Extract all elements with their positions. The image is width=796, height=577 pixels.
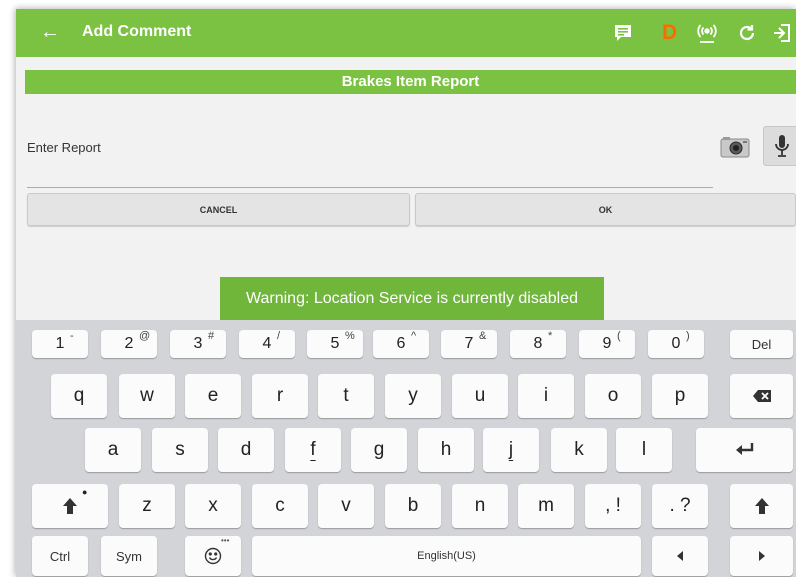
key-z[interactable]: z [119, 484, 175, 528]
key-x[interactable]: x [185, 484, 241, 528]
space-bar[interactable]: English(US) [252, 536, 641, 576]
key-r[interactable]: r [252, 374, 308, 418]
arrow-right-icon [758, 551, 765, 561]
key-g[interactable]: g [351, 428, 407, 472]
key-y[interactable]: y [385, 374, 441, 418]
sym-key[interactable]: Sym [101, 536, 157, 576]
key-d[interactable]: d [218, 428, 274, 472]
delete-key[interactable]: Del [730, 330, 793, 358]
app-frame: ← Add Comment D Brakes Item Report Enter… [16, 9, 796, 577]
shift-key-left[interactable]: ● [32, 484, 108, 528]
ctrl-key[interactable]: Ctrl [32, 536, 88, 576]
ok-button[interactable]: OK [415, 193, 796, 226]
key-4[interactable]: 4/ [239, 330, 295, 358]
key-2[interactable]: 2 @ [101, 330, 157, 358]
key-s[interactable]: s [152, 428, 208, 472]
key-6[interactable]: 6 ^ [373, 330, 429, 358]
key-a[interactable]: a [85, 428, 141, 472]
microphone-icon [775, 135, 789, 157]
key-e[interactable]: e [185, 374, 241, 418]
radio-signal-icon[interactable] [696, 21, 718, 45]
logout-icon[interactable] [771, 21, 793, 45]
enter-report-field[interactable]: Enter Report [27, 129, 713, 188]
key-t[interactable]: t [318, 374, 374, 418]
back-arrow-icon[interactable]: ← [40, 20, 60, 44]
key-8[interactable]: 8 * [510, 330, 566, 358]
key-v[interactable]: v [318, 484, 374, 528]
shift-icon [754, 498, 769, 514]
key-0[interactable]: 0) [648, 330, 704, 358]
key-3[interactable]: 3 # [170, 330, 226, 358]
cursor-right-key[interactable] [730, 536, 793, 576]
enter-report-placeholder: Enter Report [27, 140, 101, 155]
key-1[interactable]: 1- [32, 330, 88, 358]
shift-icon [63, 498, 77, 514]
camera-icon[interactable] [719, 134, 751, 160]
key-w[interactable]: w [119, 374, 175, 418]
key-7[interactable]: 7 & [441, 330, 497, 358]
backspace-key[interactable] [730, 374, 793, 418]
key-comma[interactable]: , ! [585, 484, 641, 528]
key-n[interactable]: n [452, 484, 508, 528]
key-m[interactable]: m [518, 484, 574, 528]
key-o[interactable]: o [585, 374, 641, 418]
key-c[interactable]: c [252, 484, 308, 528]
emoji-icon [204, 547, 222, 565]
key-q[interactable]: q [51, 374, 107, 418]
enter-key[interactable] [696, 428, 793, 472]
location-warning-toast: Warning: Location Service is currently d… [220, 277, 604, 320]
key-p[interactable]: p [652, 374, 708, 418]
page-title: Add Comment [82, 23, 192, 40]
on-screen-keyboard: 1- 2 @ 3 # 4/ 5% 6 ^ 7 & 8 * 9( 0) Del q w e … [16, 320, 796, 577]
key-k[interactable]: k [551, 428, 607, 472]
key-h[interactable]: h [418, 428, 474, 472]
driver-status-d-icon[interactable]: D [662, 21, 677, 45]
refresh-icon[interactable] [737, 21, 757, 45]
key-period[interactable]: . ? [652, 484, 708, 528]
key-b[interactable]: b [385, 484, 441, 528]
report-title-bar: Brakes Item Report [25, 70, 796, 94]
shift-key-right[interactable] [730, 484, 793, 528]
key-9[interactable]: 9( [579, 330, 635, 358]
emoji-key[interactable]: ••• [185, 536, 241, 576]
key-u[interactable]: u [452, 374, 508, 418]
cancel-button[interactable]: CANCEL [27, 193, 410, 226]
enter-icon [735, 443, 753, 455]
key-i[interactable]: i [518, 374, 574, 418]
key-j[interactable]: j [483, 428, 539, 472]
cursor-left-key[interactable] [652, 536, 708, 576]
arrow-left-icon [677, 551, 683, 561]
message-icon[interactable] [613, 21, 633, 45]
key-5[interactable]: 5% [307, 330, 363, 358]
key-l[interactable]: l [616, 428, 672, 472]
microphone-button[interactable] [763, 126, 796, 166]
key-f[interactable]: f [285, 428, 341, 472]
backspace-icon [752, 390, 771, 402]
app-bar: ← Add Comment D [16, 9, 796, 57]
